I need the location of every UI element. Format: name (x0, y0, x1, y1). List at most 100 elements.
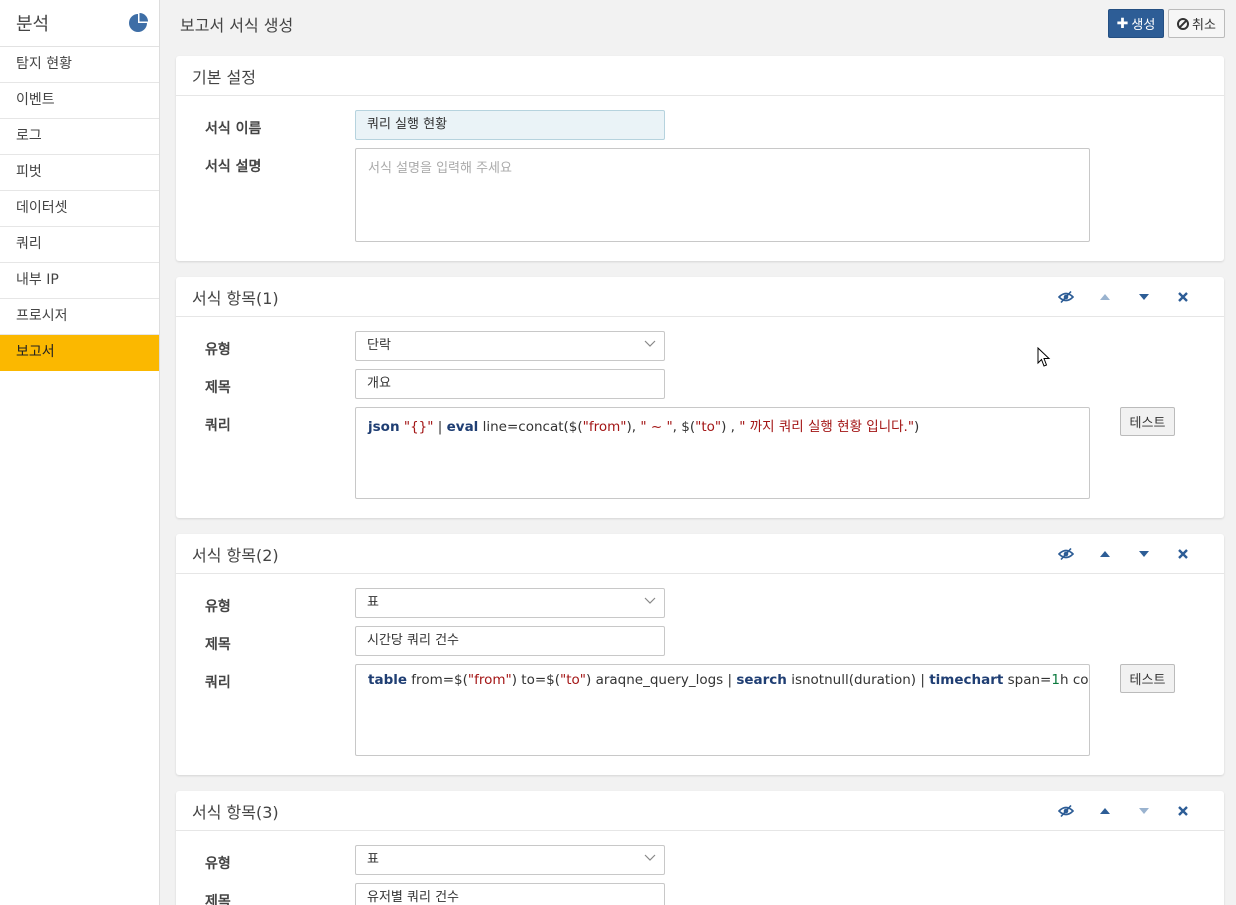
type-select-value: 표 (367, 852, 379, 867)
eye-slash-icon (1057, 291, 1074, 303)
caret-up-icon (1099, 294, 1110, 300)
query-token: "{}" (403, 419, 434, 435)
sidebar-item-query[interactable]: 쿼리 (0, 227, 159, 263)
query-token: json (368, 419, 400, 435)
type-select[interactable]: 표 (355, 845, 665, 875)
move-down-button[interactable] (1124, 808, 1163, 814)
query-token: "from" (582, 419, 627, 435)
query-editor[interactable]: json "{}" | eval line=concat($("from") , … (355, 407, 1090, 499)
query-token: " 까지 쿼리 실행 현황 입니다." (739, 419, 915, 435)
type-label: 유형 (205, 342, 231, 358)
type-select-value: 표 (367, 595, 379, 610)
query-token: "from" (467, 672, 512, 688)
name-label: 서식 이름 (205, 121, 262, 137)
desc-label: 서식 설명 (205, 159, 262, 175)
move-up-button[interactable] (1085, 294, 1124, 300)
remove-item-button[interactable] (1163, 292, 1202, 302)
sidebar-item-events[interactable]: 이벤트 (0, 83, 159, 119)
plus-icon: ✚ (1116, 15, 1129, 32)
cancel-button[interactable]: 취소 (1168, 9, 1225, 38)
close-icon (1177, 549, 1188, 559)
query-token: span= (1003, 672, 1052, 688)
query-token: | (433, 419, 447, 435)
query-editor[interactable]: table from=$("from") to=$("to") araqne_q… (355, 664, 1090, 756)
caret-down-icon (1138, 808, 1149, 814)
close-icon (1177, 806, 1188, 816)
toggle-visibility-button[interactable] (1046, 291, 1085, 303)
panel-tools (1046, 277, 1202, 317)
sidebar: 분석 탐지 현황 이벤트 로그 피벗 데이터셋 쿼리 내부 IP 프로시저 보고… (0, 0, 160, 905)
test-button[interactable]: 테스트 (1120, 664, 1175, 693)
mouse-cursor-icon (1037, 347, 1051, 367)
eye-slash-icon (1057, 548, 1074, 560)
cancel-button-label: 취소 (1192, 18, 1216, 33)
chevron-down-icon (644, 597, 656, 604)
eye-slash-icon (1057, 805, 1074, 817)
query-token: h count (1059, 672, 1089, 688)
move-up-button[interactable] (1085, 808, 1124, 814)
query-label: 쿼리 (205, 418, 231, 434)
type-select-value: 단락 (367, 338, 391, 353)
sidebar-item-internal-ip[interactable]: 내부 IP (0, 263, 159, 299)
type-label: 유형 (205, 599, 231, 615)
move-down-button[interactable] (1124, 294, 1163, 300)
move-down-button[interactable] (1124, 551, 1163, 557)
query-token: , $( (672, 419, 696, 435)
subject-label: 제목 (205, 894, 231, 905)
query-token: timechart (929, 672, 1004, 688)
query-token: eval (446, 419, 479, 435)
chevron-down-icon (644, 340, 656, 347)
subject-label: 제목 (205, 637, 231, 653)
query-token: ) to=$( (511, 672, 561, 688)
query-token: "to" (560, 672, 587, 688)
type-label: 유형 (205, 856, 231, 872)
sidebar-item-detection[interactable]: 탐지 현황 (0, 47, 159, 83)
panel-tools (1046, 534, 1202, 574)
test-button[interactable]: 테스트 (1120, 407, 1175, 436)
page-title: 보고서 서식 생성 (180, 16, 294, 35)
create-button-label: 생성 (1131, 18, 1156, 33)
sidebar-header: 분석 (0, 0, 159, 47)
toggle-visibility-button[interactable] (1046, 548, 1085, 560)
panel-header: 서식 항목(3) (176, 791, 1224, 831)
subject-input[interactable]: 유저별 쿼리 건수 (355, 883, 665, 905)
type-select[interactable]: 단락 (355, 331, 665, 361)
panel-title: 서식 항목(3) (192, 802, 279, 822)
ban-icon (1177, 17, 1190, 30)
remove-item-button[interactable] (1163, 806, 1202, 816)
panel-tools (1046, 791, 1202, 831)
create-button[interactable]: ✚ 생성 (1108, 9, 1164, 38)
template-description-input[interactable] (355, 148, 1090, 242)
query-token: ) araqne_query_logs | (586, 672, 737, 688)
subject-input[interactable]: 개요 (355, 369, 665, 399)
panel-header: 서식 항목(1) (176, 277, 1224, 317)
template-item-panel-2: 서식 항목(2) 유형 표 제목 시간당 쿼리 건수 쿼리 table from… (176, 534, 1224, 775)
panel-header: 서식 항목(2) (176, 534, 1224, 574)
query-token: search (736, 672, 787, 688)
caret-down-icon (1138, 551, 1149, 557)
pie-chart-icon[interactable] (128, 13, 148, 33)
remove-item-button[interactable] (1163, 549, 1202, 559)
sidebar-item-dataset[interactable]: 데이터셋 (0, 191, 159, 227)
chevron-down-icon (644, 854, 656, 861)
query-token: " ~ " (640, 419, 673, 435)
panel-title: 기본 설정 (192, 67, 256, 87)
query-token: "to" (695, 419, 722, 435)
toggle-visibility-button[interactable] (1046, 805, 1085, 817)
sidebar-item-report[interactable]: 보고서 (0, 335, 159, 371)
main-content: 보고서 서식 생성 ✚ 생성 취소 기본 설정 서식 이름 쿼리 실행 현황 서… (160, 0, 1236, 905)
panel-title: 서식 항목(1) (192, 288, 279, 308)
caret-up-icon (1099, 808, 1110, 814)
sidebar-item-logs[interactable]: 로그 (0, 119, 159, 155)
subject-input[interactable]: 시간당 쿼리 건수 (355, 626, 665, 656)
panel-title: 서식 항목(2) (192, 545, 279, 565)
basic-settings-panel: 기본 설정 서식 이름 쿼리 실행 현황 서식 설명 (176, 56, 1224, 261)
sidebar-item-procedure[interactable]: 프로시저 (0, 299, 159, 335)
sidebar-item-pivot[interactable]: 피벗 (0, 155, 159, 191)
template-item-panel-3: 서식 항목(3) 유형 표 제목 유저별 쿼리 건수 (176, 791, 1224, 905)
caret-up-icon (1099, 551, 1110, 557)
move-up-button[interactable] (1085, 551, 1124, 557)
type-select[interactable]: 표 (355, 588, 665, 618)
template-name-input[interactable]: 쿼리 실행 현황 (355, 110, 665, 140)
query-token: ) , (721, 419, 740, 435)
